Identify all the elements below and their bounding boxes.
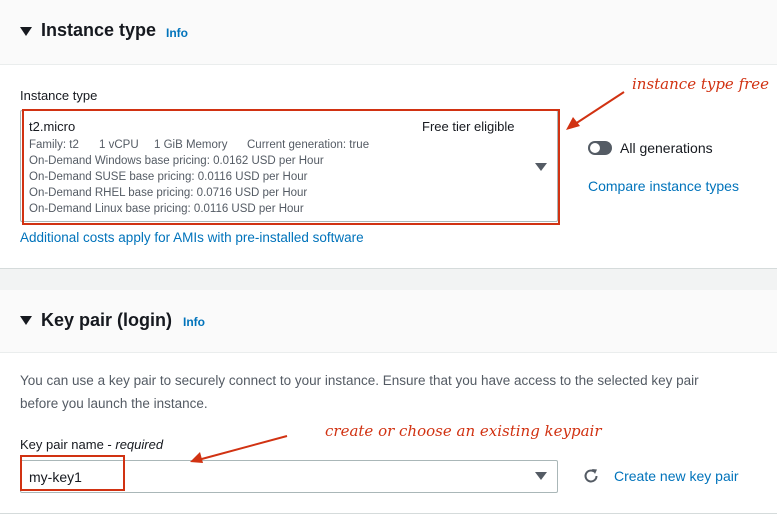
annotation-highlight-box — [22, 109, 560, 225]
collapse-caret-icon[interactable] — [20, 316, 32, 325]
chevron-down-icon — [535, 472, 547, 480]
all-generations-toggle[interactable] — [588, 141, 612, 155]
keypair-heading: Key pair (login) — [41, 310, 173, 330]
toggle-knob — [590, 143, 600, 153]
additional-costs-link[interactable]: Additional costs apply for AMIs with pre… — [20, 230, 364, 245]
annotation-arrow-icon — [566, 91, 625, 130]
annotation-highlight-box — [20, 455, 125, 491]
section-divider — [0, 268, 777, 269]
instance-type-label: Instance type — [20, 88, 98, 103]
keypair-description-line1: You can use a key pair to securely conne… — [20, 373, 699, 388]
refresh-icon[interactable] — [582, 467, 600, 485]
compare-instance-types-link[interactable]: Compare instance types — [588, 178, 739, 194]
all-generations-label: All generations — [620, 140, 713, 156]
required-text: required — [115, 437, 164, 452]
keypair-name-label: Key pair name - required — [20, 437, 163, 452]
annotation-keypair-note: create or choose an existing keypair — [325, 422, 602, 440]
create-new-keypair-link[interactable]: Create new key pair — [614, 468, 739, 484]
instance-type-info-link[interactable]: Info — [166, 26, 188, 40]
launch-instance-page: { "instance_section": { "title": "Instan… — [0, 0, 777, 515]
keypair-description-line2: before you launch the instance. — [20, 396, 208, 411]
section-divider — [0, 513, 777, 514]
instance-type-heading: Instance type — [41, 20, 157, 40]
annotation-arrow-icon — [190, 435, 288, 463]
keypair-label-text: Key pair name - — [20, 437, 116, 452]
keypair-info-link[interactable]: Info — [183, 315, 205, 329]
collapse-caret-icon[interactable] — [20, 27, 32, 36]
annotation-instance-note: instance type free — [632, 75, 770, 93]
